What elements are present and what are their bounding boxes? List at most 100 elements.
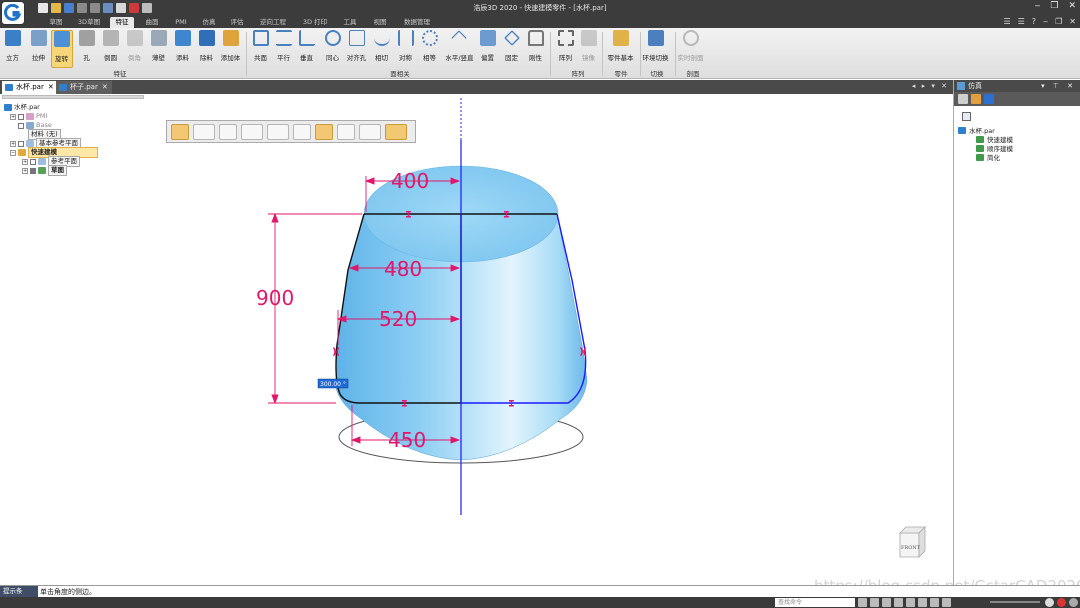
environment-switch-button[interactable]: 环境切换 <box>643 30 669 68</box>
offset-button[interactable]: 偏置 <box>477 30 499 68</box>
tab-evaluate[interactable]: 评估 <box>226 17 248 28</box>
treatment-button[interactable] <box>337 123 355 140</box>
users-icon[interactable] <box>958 94 968 104</box>
arrow-icon[interactable] <box>858 598 867 607</box>
expand-icon[interactable]: + <box>22 167 28 174</box>
doc-tab-close-icon[interactable]: ✕ <box>102 83 108 91</box>
stop-icon[interactable] <box>1057 598 1066 607</box>
tab-features[interactable]: 特征 <box>110 17 134 28</box>
concentric-button[interactable]: 同心 <box>322 30 344 68</box>
revolve-mode-button[interactable] <box>171 123 189 140</box>
app-logo-icon[interactable] <box>2 2 24 24</box>
doc-tab-mug[interactable]: 杯子.par ✕ <box>56 81 112 94</box>
thin-wall-button[interactable]: 薄壁 <box>148 30 170 68</box>
expand-icon[interactable]: + <box>10 113 16 120</box>
zoom-icon[interactable] <box>882 598 891 607</box>
keypoints-button[interactable] <box>359 123 381 140</box>
add-body-button[interactable]: 添加体 <box>220 30 242 68</box>
view-icon[interactable] <box>918 598 927 607</box>
round-button[interactable]: 倒圆 <box>100 30 122 68</box>
doc-tab-cup[interactable]: 水杯.par ✕ <box>2 81 58 94</box>
select-profile-button[interactable] <box>193 123 215 140</box>
tab-sketch[interactable]: 草图 <box>44 17 68 28</box>
expand-icon[interactable]: + <box>10 140 16 147</box>
coplanar-button[interactable]: 共面 <box>250 30 272 68</box>
visibility-checkbox[interactable] <box>30 167 36 174</box>
doc-tab-close-icon[interactable]: ✕ <box>48 83 54 91</box>
symmetric-button[interactable]: 对称 <box>395 30 417 68</box>
visibility-checkbox[interactable] <box>18 140 24 147</box>
axis-button[interactable] <box>219 123 237 140</box>
cube-button[interactable]: 立方 <box>2 30 24 68</box>
rigid-button[interactable]: 刚性 <box>525 30 547 68</box>
tab-3d-print[interactable]: 3D 打印 <box>298 17 332 28</box>
doc-close-icon[interactable]: ✕ <box>1069 17 1076 26</box>
pattern-button[interactable]: 阵列 <box>555 30 577 68</box>
parallel-button[interactable]: 平行 <box>273 30 295 68</box>
sim-tree-item[interactable]: 简化 <box>976 152 1000 162</box>
collapse-icon[interactable]: − <box>10 149 16 156</box>
fixed-button[interactable]: 固定 <box>501 30 523 68</box>
view-cube[interactable]: FRONT <box>897 523 927 561</box>
zoom-in-icon[interactable] <box>1045 598 1054 607</box>
help-icon[interactable]: ? <box>1032 17 1036 26</box>
extrude-button[interactable]: 拉伸 <box>28 30 50 68</box>
tab-tools[interactable]: 工具 <box>338 17 362 28</box>
tab-view[interactable]: 视图 <box>368 17 392 28</box>
tab-data-management[interactable]: 数据管理 <box>400 17 434 28</box>
ribbon-minimize-icon[interactable]: ‒ <box>1043 17 1048 26</box>
mirror-button[interactable]: 镜像 <box>578 30 600 68</box>
extent-button[interactable] <box>241 123 263 140</box>
side-button[interactable] <box>267 123 289 140</box>
display-icon[interactable] <box>942 598 951 607</box>
options-button[interactable] <box>385 123 407 140</box>
help-icon[interactable] <box>984 94 994 104</box>
remove-material-button[interactable]: 除料 <box>196 30 218 68</box>
settings-icon[interactable] <box>1069 598 1078 607</box>
tree-item-pmi[interactable]: + PMI <box>10 112 47 121</box>
ribbon-restore-icon[interactable]: ❐ <box>1055 17 1062 26</box>
restore-icon[interactable]: ❐ <box>1050 1 1058 11</box>
close-icon[interactable]: ✕ <box>1068 1 1076 11</box>
color-grid-icon[interactable] <box>971 94 981 104</box>
symmetric-extent-button[interactable] <box>293 123 311 140</box>
tab-pmi[interactable]: PMI <box>170 17 192 28</box>
expand-icon[interactable]: + <box>22 158 28 165</box>
ribbon-options-icon[interactable]: ☰ <box>1003 17 1010 26</box>
live-section-button[interactable]: 实时剖面 <box>678 30 704 68</box>
chamfer-button[interactable]: 倒角 <box>124 30 146 68</box>
part-basic-button[interactable]: 零件基本 <box>608 30 634 68</box>
minimize-icon[interactable]: ‒ <box>1035 1 1041 11</box>
visibility-checkbox[interactable] <box>30 158 36 165</box>
visibility-checkbox[interactable] <box>18 113 24 120</box>
pathfinder-scrollbar[interactable] <box>2 95 144 99</box>
horizontal-vertical-button[interactable]: 水平/竖直 <box>445 30 474 68</box>
visibility-checkbox[interactable] <box>18 122 24 129</box>
panel-tool-icon[interactable] <box>962 112 971 121</box>
3d-viewport[interactable] <box>148 95 953 585</box>
revolve-button[interactable]: 旋转 <box>51 30 73 68</box>
shade-icon[interactable] <box>930 598 939 607</box>
hole-button[interactable]: 孔 <box>76 30 98 68</box>
perpendicular-button[interactable]: 垂直 <box>296 30 318 68</box>
tab-simulation[interactable]: 仿真 <box>198 17 220 28</box>
ribbon-layout-icon[interactable]: ☰ <box>1018 17 1025 26</box>
equal-button[interactable]: 相等 <box>419 30 441 68</box>
add-material-button[interactable]: 添料 <box>172 30 194 68</box>
prompt-label[interactable]: 提示条 <box>0 586 38 597</box>
finite-extent-button[interactable] <box>315 123 333 140</box>
pan-icon[interactable] <box>870 598 879 607</box>
panel-controls[interactable]: ▾ ⊤ ✕ <box>1041 80 1076 92</box>
doc-tab-nav-arrows[interactable]: ◂ ▸ ▾ ✕ <box>912 82 949 90</box>
fit-icon[interactable] <box>894 598 903 607</box>
tangent-button[interactable]: 相切 <box>371 30 393 68</box>
tab-3d-sketch[interactable]: 3D草图 <box>75 17 103 28</box>
tree-item-sketch[interactable]: + 草图 <box>22 165 67 176</box>
align-holes-button[interactable]: 对齐孔 <box>346 30 368 68</box>
rotate-icon[interactable] <box>906 598 915 607</box>
tab-reverse-engineering[interactable]: 逆向工程 <box>256 17 290 28</box>
command-finder-input[interactable]: 查找命令 <box>775 598 855 607</box>
tab-surface[interactable]: 曲面 <box>140 17 164 28</box>
zoom-slider[interactable] <box>990 601 1040 603</box>
tree-root[interactable]: 水杯.par <box>4 103 40 112</box>
